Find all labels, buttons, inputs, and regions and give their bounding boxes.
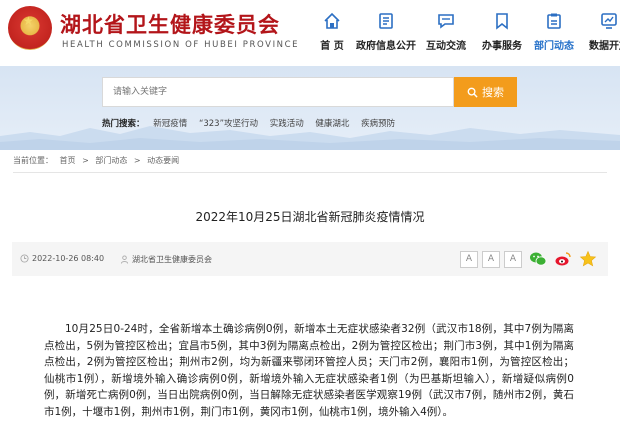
- nav-interaction[interactable]: 互动交流: [418, 8, 474, 58]
- site-subtitle: HEALTH COMMISSION OF HUBEI PROVINCE: [62, 40, 300, 50]
- chat-icon: [438, 14, 454, 29]
- font-size-large-button[interactable]: A: [460, 251, 478, 268]
- divider: [13, 172, 607, 173]
- breadcrumb-separator: >: [133, 156, 141, 165]
- document-icon: [379, 13, 393, 29]
- nav-open-data[interactable]: 数据开放: [581, 8, 620, 58]
- article-source-text: 湖北省卫生健康委员会: [132, 255, 212, 264]
- search-button-label: 搜索: [482, 86, 504, 99]
- chart-icon: [601, 13, 617, 29]
- nav-services[interactable]: 办事服务: [474, 8, 530, 58]
- clock-icon: [20, 254, 29, 263]
- article-date: 2022-10-26 08:40: [20, 254, 104, 263]
- font-size-medium-button[interactable]: A: [482, 251, 500, 268]
- breadcrumb-headlines[interactable]: 动态要闻: [147, 156, 179, 165]
- hot-link-disease-prevention[interactable]: 疾病预防: [361, 119, 395, 129]
- breadcrumb-prefix: 当前位置：: [13, 156, 53, 165]
- article-meta-bar: 2022-10-26 08:40 湖北省卫生健康委员会 A A A: [12, 242, 608, 276]
- breadcrumb: 当前位置： 首页 > 部门动态 > 动态要闻: [13, 155, 183, 166]
- search-button[interactable]: 搜索: [454, 77, 517, 107]
- breadcrumb-home[interactable]: 首页: [60, 156, 76, 165]
- nav-department-news[interactable]: 部门动态: [526, 8, 582, 58]
- clipboard-icon: [547, 13, 561, 29]
- wechat-icon[interactable]: [529, 250, 547, 268]
- home-icon: [324, 12, 340, 29]
- font-size-small-button[interactable]: A: [504, 251, 522, 268]
- nav-home[interactable]: 首 页: [304, 8, 360, 58]
- article-source: 湖北省卫生健康委员会: [120, 254, 212, 265]
- article-date-text: 2022-10-26 08:40: [32, 254, 105, 263]
- hot-searches: 热门搜索： 新冠疫情 “323”攻坚行动 实践活动 健康湖北 疾病预防: [102, 117, 404, 129]
- search-input[interactable]: [102, 77, 454, 107]
- national-emblem-logo: ★: [8, 6, 52, 50]
- breadcrumb-department-news[interactable]: 部门动态: [95, 156, 127, 165]
- bookmark-icon: [496, 13, 508, 30]
- user-icon: [120, 255, 129, 264]
- hot-link-covid[interactable]: 新冠疫情: [153, 119, 187, 129]
- site-header: ★ 湖北省卫生健康委员会 HEALTH COMMISSION OF HUBEI …: [0, 0, 620, 66]
- article-title: 2022年10月25日湖北省新冠肺炎疫情情况: [195, 210, 425, 224]
- hot-searches-label: 热门搜索：: [102, 119, 145, 129]
- hot-link-practice[interactable]: 实践活动: [270, 119, 304, 129]
- site-title[interactable]: 湖北省卫生健康委员会: [60, 9, 280, 39]
- search-icon: [467, 87, 478, 98]
- favorite-star-icon[interactable]: [579, 250, 597, 268]
- weibo-icon[interactable]: [554, 250, 572, 268]
- nav-gov-info[interactable]: 政府信息公开: [354, 8, 418, 58]
- article-body: 10月25日0-24时，全省新增本土确诊病例0例，新增本土无症状感染者32例（武…: [44, 323, 574, 418]
- breadcrumb-separator: >: [82, 156, 89, 165]
- hot-link-323[interactable]: “323”攻坚行动: [199, 119, 258, 129]
- hot-link-healthy-hubei[interactable]: 健康湖北: [315, 119, 349, 129]
